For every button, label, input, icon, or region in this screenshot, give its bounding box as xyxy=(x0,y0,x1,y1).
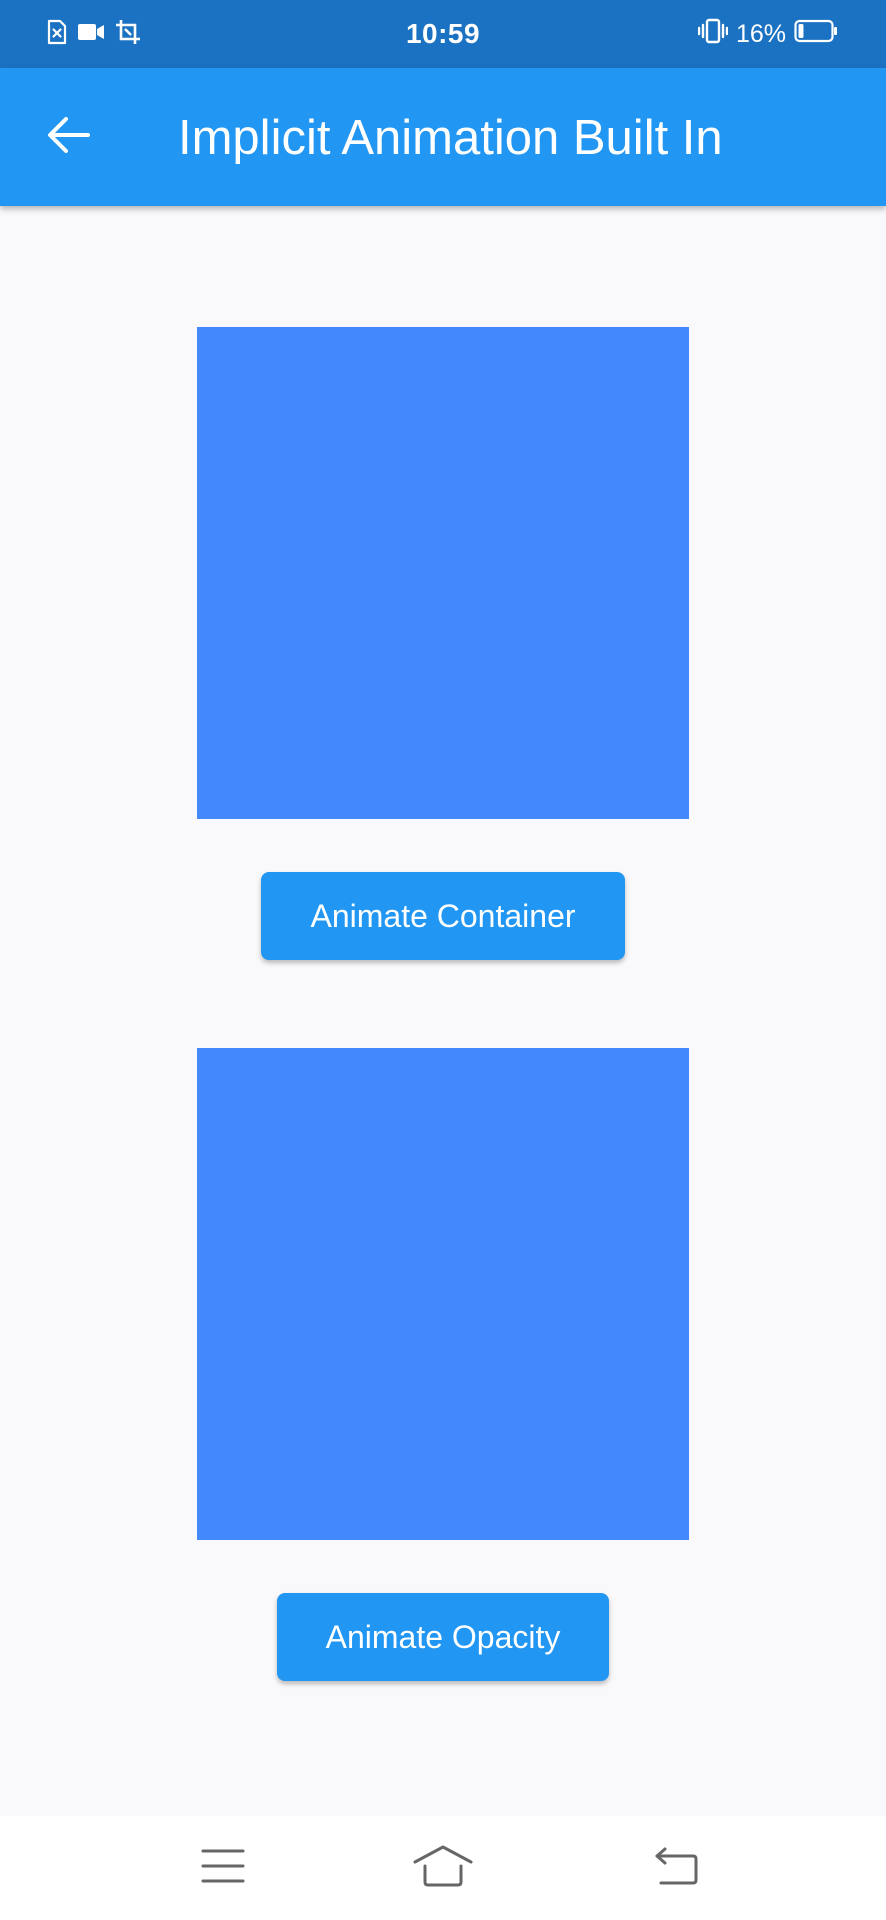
nav-menu-button[interactable] xyxy=(193,1842,253,1894)
battery-icon xyxy=(794,19,838,50)
nav-home-button[interactable] xyxy=(413,1842,473,1894)
home-icon xyxy=(413,1844,473,1893)
animated-container-box xyxy=(197,327,689,819)
page-title: Implicit Animation Built In xyxy=(178,111,723,165)
animate-opacity-button[interactable]: Animate Opacity xyxy=(277,1593,609,1681)
back-button[interactable] xyxy=(38,107,98,167)
status-right-icons: 16% xyxy=(697,18,838,51)
animate-container-button[interactable]: Animate Container xyxy=(261,872,625,960)
battery-percent: 16% xyxy=(735,19,786,48)
menu-icon xyxy=(201,1848,245,1889)
system-nav-bar xyxy=(0,1816,886,1920)
back-icon xyxy=(653,1846,699,1891)
status-bar: 10:59 16% xyxy=(0,0,886,68)
animated-opacity-box xyxy=(197,1048,689,1540)
vibrate-icon xyxy=(697,18,729,51)
nav-back-button[interactable] xyxy=(646,1842,706,1894)
arrow-back-icon xyxy=(46,115,90,160)
app-bar: Implicit Animation Built In xyxy=(0,68,886,206)
